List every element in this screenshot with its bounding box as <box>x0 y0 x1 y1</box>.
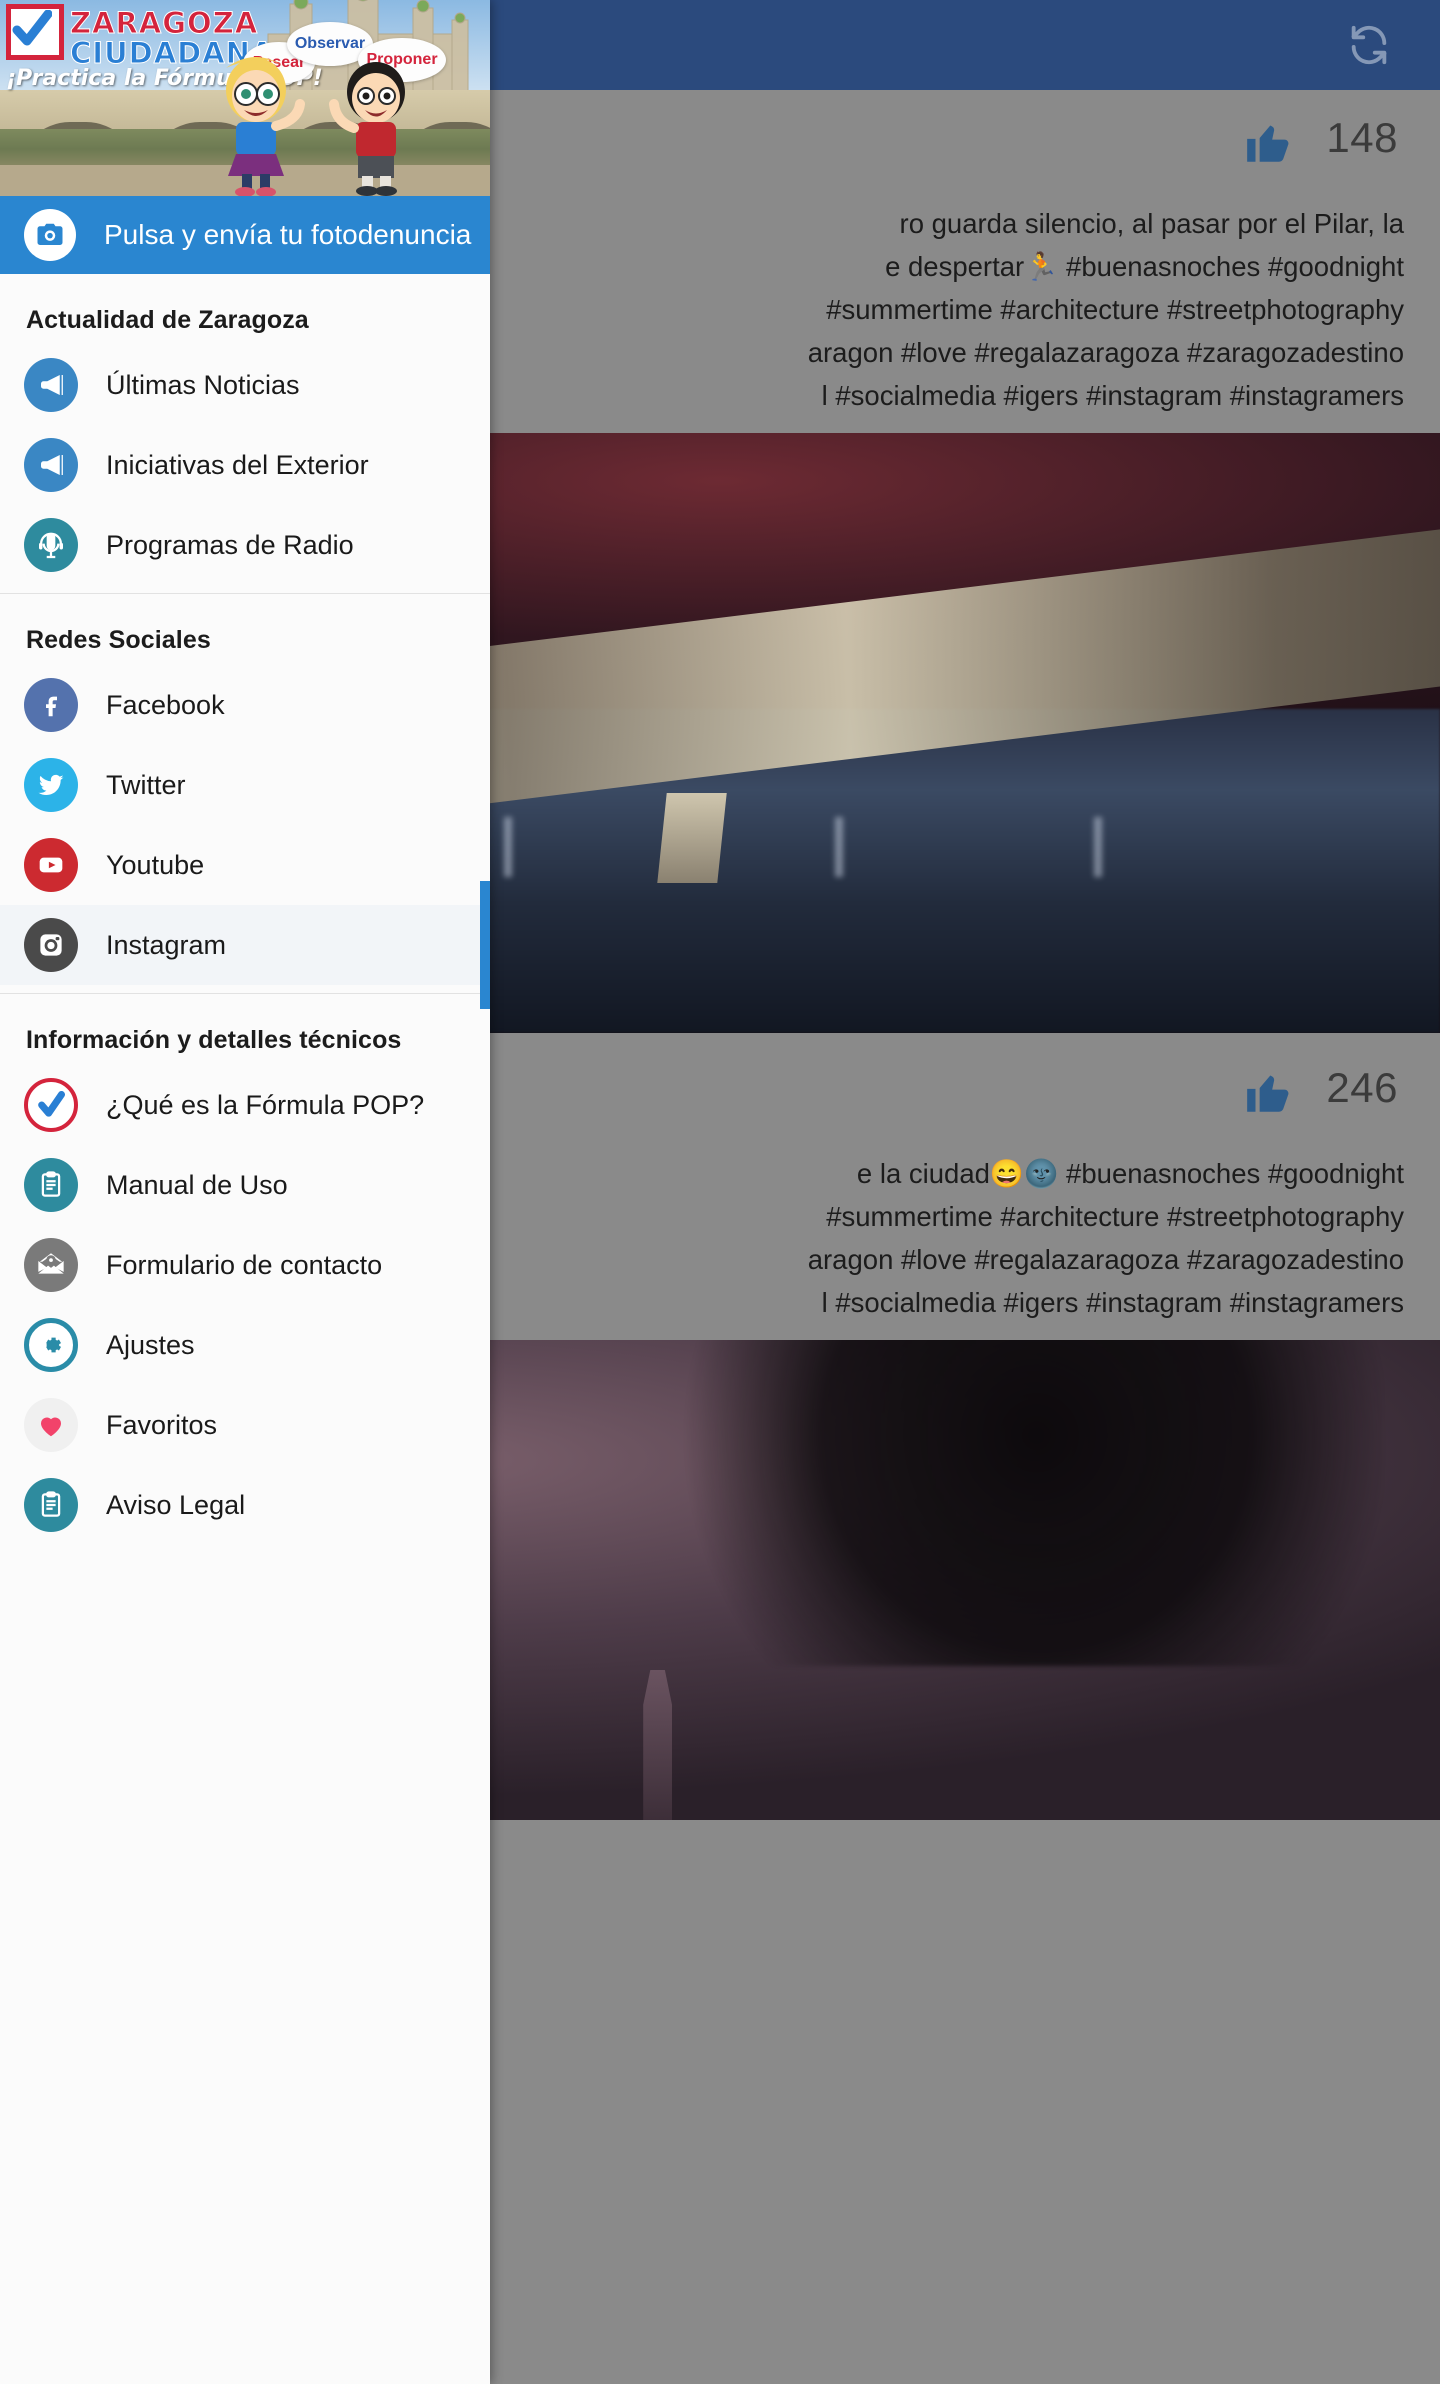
menu-item-instagram[interactable]: Instagram <box>0 881 490 1009</box>
megaphone-icon <box>24 438 78 492</box>
heart-icon <box>24 1398 78 1452</box>
menu-item-label: Aviso Legal <box>106 1489 246 1520</box>
thumbs-up-icon[interactable] <box>1242 1068 1294 1118</box>
like-count: 246 <box>1326 1064 1398 1111</box>
section-title: Actualidad de Zaragoza <box>26 306 309 334</box>
menu-item-label: Formulario de contacto <box>106 1249 383 1280</box>
megaphone-icon <box>24 358 78 412</box>
girl-character <box>226 57 305 196</box>
menu-item-label: Youtube <box>106 849 205 880</box>
menu-item-aviso-legal[interactable]: Aviso Legal <box>0 1465 490 1545</box>
logo-line1: ZARAGOZA <box>69 6 259 41</box>
menu-item-label: Iniciativas del Exterior <box>106 449 369 480</box>
menu-item-label: Twitter <box>106 769 186 800</box>
radio-mic-icon <box>24 518 78 572</box>
menu-item-manual-de-uso[interactable]: Manual de Uso <box>0 1145 490 1225</box>
selection-indicator <box>480 881 490 1009</box>
twitter-icon <box>24 758 78 812</box>
document-icon <box>24 1478 78 1532</box>
photo-denuncia-label: Pulsa y envía tu fotodenuncia <box>104 219 472 250</box>
section-actualidad: Actualidad de Zaragoza Últimas Noticias <box>0 274 490 594</box>
menu-item-que-es-formula-pop[interactable]: ¿Qué es la Fórmula POP? <box>0 1065 490 1145</box>
menu-item-label: Instagram <box>106 929 227 960</box>
menu-item-label: Manual de Uso <box>106 1169 288 1200</box>
app-banner: ZARAGOZA CIUDADANA ¡Practica la Fórmula … <box>0 0 490 196</box>
menu-item-ajustes[interactable]: Ajustes <box>0 1305 490 1385</box>
section-redes-sociales: Redes Sociales Facebook Twitter Youtube … <box>0 594 490 1009</box>
document-icon <box>24 1158 78 1212</box>
pop-check-icon <box>24 1078 78 1132</box>
menu-item-favoritos[interactable]: Favoritos <box>0 1385 490 1465</box>
menu-item-label: Ajustes <box>106 1329 195 1360</box>
camera-icon <box>24 209 76 261</box>
check-icon <box>12 10 52 46</box>
mail-at-icon <box>24 1238 78 1292</box>
boy-character <box>329 62 405 196</box>
section-title: Información y detalles técnicos <box>26 1026 402 1054</box>
menu-item-label: Programas de Radio <box>106 529 354 560</box>
app-screen: 148 ro guarda silencio, al pasar por el … <box>0 0 1440 2384</box>
menu-item-youtube[interactable]: Youtube <box>0 825 490 905</box>
facebook-icon <box>24 678 78 732</box>
section-title: Redes Sociales <box>26 626 211 654</box>
menu-item-label: Últimas Noticias <box>106 369 300 400</box>
photo-denuncia-button[interactable]: Pulsa y envía tu fotodenuncia <box>0 196 490 274</box>
menu-item-label: ¿Qué es la Fórmula POP? <box>106 1089 425 1120</box>
menu-item-twitter[interactable]: Twitter <box>0 745 490 825</box>
menu-item-label: Facebook <box>106 689 225 720</box>
menu-item-iniciativas-exterior[interactable]: Iniciativas del Exterior <box>0 425 490 505</box>
youtube-icon <box>24 838 78 892</box>
navigation-drawer: ZARAGOZA CIUDADANA ¡Practica la Fórmula … <box>0 0 490 2384</box>
instagram-icon <box>24 918 78 972</box>
like-count: 148 <box>1326 114 1398 161</box>
menu-item-facebook[interactable]: Facebook <box>0 665 490 745</box>
gear-icon <box>24 1318 78 1372</box>
menu-item-programas-radio[interactable]: Programas de Radio <box>0 505 490 585</box>
menu-item-formulario-contacto[interactable]: Formulario de contacto <box>0 1225 490 1305</box>
section-informacion: Información y detalles técnicos ¿Qué es … <box>0 994 490 1545</box>
thumbs-up-icon[interactable] <box>1242 118 1294 168</box>
menu-item-ultimas-noticias[interactable]: Últimas Noticias <box>0 345 490 425</box>
refresh-icon[interactable] <box>1346 22 1392 68</box>
menu-item-label: Favoritos <box>106 1409 218 1440</box>
